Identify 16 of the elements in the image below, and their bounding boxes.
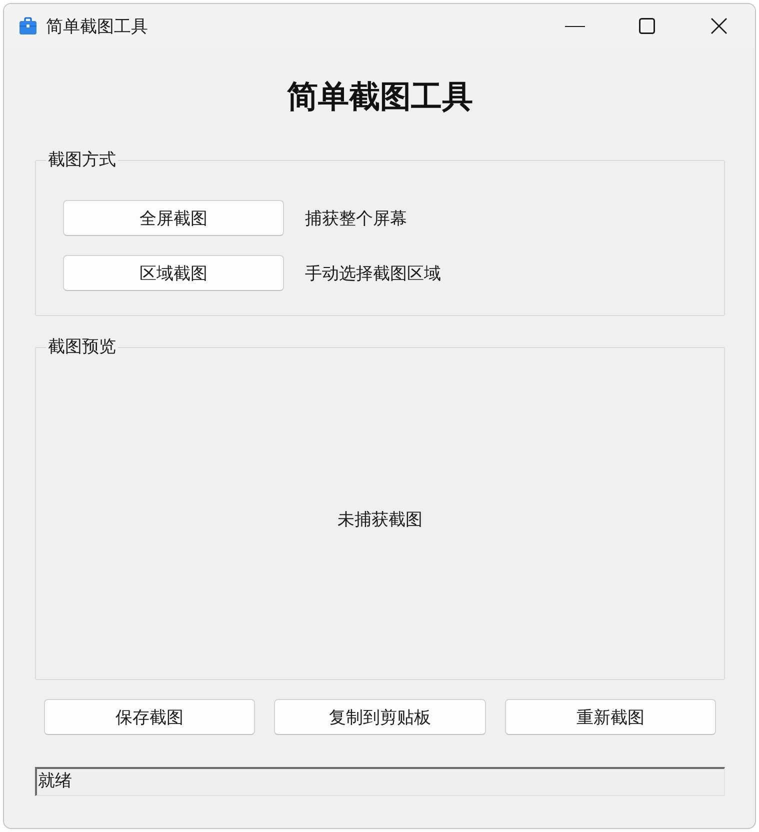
option-description: 手动选择截图区域 bbox=[305, 262, 441, 284]
capture-button[interactable]: 全屏截图 bbox=[63, 200, 284, 236]
status-bar: 就绪 bbox=[35, 767, 725, 796]
app-heading: 简单截图工具 bbox=[287, 78, 473, 117]
toolbox-icon bbox=[19, 17, 37, 35]
window-title: 简单截图工具 bbox=[46, 16, 148, 38]
preview-empty-text: 未捕获截图 bbox=[338, 508, 422, 530]
option-description: 捕获整个屏幕 bbox=[305, 208, 407, 230]
action-button[interactable]: 复制到剪贴板 bbox=[274, 699, 486, 735]
group-title: 截图预览 bbox=[47, 336, 117, 359]
capture-button[interactable]: 区域截图 bbox=[63, 255, 284, 291]
action-button[interactable]: 保存截图 bbox=[44, 699, 256, 735]
group-title: 截图方式 bbox=[47, 149, 117, 172]
close-icon bbox=[711, 18, 727, 34]
maximize-icon bbox=[639, 18, 655, 34]
action-button[interactable]: 重新截图 bbox=[504, 699, 716, 735]
